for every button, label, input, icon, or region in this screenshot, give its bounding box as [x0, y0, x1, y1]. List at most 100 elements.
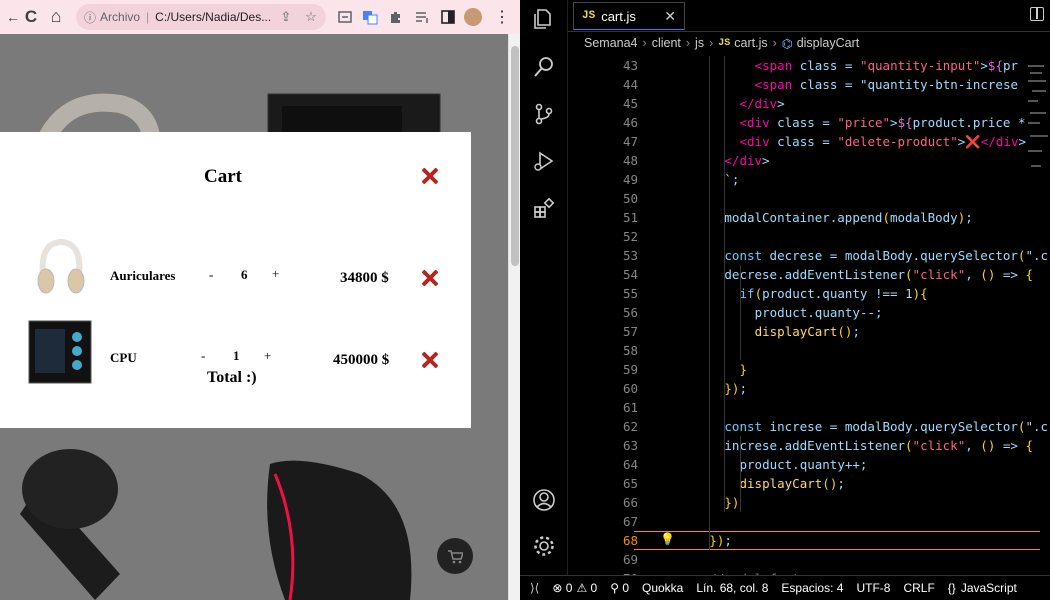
- home-icon[interactable]: ⌂: [45, 5, 67, 27]
- bookmark-star-icon[interactable]: ☆: [301, 7, 321, 27]
- code-line[interactable]: 54 decrese.addEventListener("click", () =…: [568, 265, 1050, 284]
- tab-cart-js[interactable]: JS cart.js ✕: [573, 2, 685, 30]
- code-line[interactable]: 45 </div>: [568, 94, 1050, 113]
- code-text: displayCart();: [754, 324, 860, 339]
- close-cart-icon[interactable]: [421, 167, 439, 185]
- code-line[interactable]: 59}: [568, 360, 1050, 379]
- code-area[interactable]: 43 <span class = "quantity-input">${pr 44 <…: [568, 54, 1050, 575]
- code-line[interactable]: 67: [568, 512, 1050, 531]
- line-number: 50: [622, 191, 638, 206]
- code-line[interactable]: 66}): [568, 493, 1050, 512]
- symbol-method-icon: ⌬: [781, 36, 793, 51]
- screen-reader-icon[interactable]: [335, 7, 355, 27]
- line-number: 68: [622, 533, 638, 548]
- account-icon[interactable]: [530, 486, 558, 514]
- breadcrumb: Semana4 › client › js › JS cart.js › ⌬ displ…: [584, 36, 860, 51]
- code-line[interactable]: 44 <span class = "quantity-btn-increse: [568, 75, 1050, 94]
- code-line[interactable]: 53 const decrese = modalBody.querySelecto…: [568, 246, 1050, 265]
- run-debug-icon[interactable]: [530, 147, 558, 175]
- javascript-file-icon: JS: [718, 37, 731, 49]
- language-mode-icon: {}: [947, 581, 956, 595]
- side-panel-icon[interactable]: [438, 7, 458, 27]
- pc-case-image: [28, 320, 92, 384]
- browser-menu-icon[interactable]: ⋮: [492, 7, 512, 27]
- split-editor-icon[interactable]: [1030, 7, 1044, 21]
- cart-title: Cart: [204, 166, 242, 187]
- extensions-icon[interactable]: [530, 195, 558, 223]
- quantity-increase-button[interactable]: +: [272, 266, 279, 282]
- line-number: 53: [622, 248, 638, 263]
- code-text: product.quanty++;: [739, 457, 868, 472]
- code-line[interactable]: 63 increse.addEventListener("click", () =…: [568, 436, 1050, 455]
- code-line[interactable]: 57 displayCart();: [568, 322, 1050, 341]
- lightbulb-icon[interactable]: 💡: [660, 532, 675, 546]
- page-scrollbar[interactable]: [508, 34, 520, 600]
- search-icon[interactable]: [530, 53, 558, 81]
- settings-gear-icon[interactable]: [530, 532, 558, 560]
- quokka-status[interactable]: Quokka: [642, 581, 683, 595]
- breadcrumb-item[interactable]: displayCart: [797, 36, 860, 50]
- code-line[interactable]: 51 modalContainer.append(modalBody);: [568, 208, 1050, 227]
- delete-product-icon[interactable]: [421, 269, 439, 287]
- code-line[interactable]: 48 </div>: [568, 151, 1050, 170]
- line-number: 52: [622, 229, 638, 244]
- share-icon[interactable]: ⇪: [276, 7, 296, 27]
- line-ending[interactable]: CRLF: [903, 581, 934, 595]
- code-line[interactable]: 55 if(product.quanty !== 1){: [568, 284, 1050, 303]
- close-tab-icon[interactable]: ✕: [664, 8, 676, 25]
- reload-icon[interactable]: C: [20, 6, 42, 28]
- line-number: 61: [622, 400, 638, 415]
- encoding[interactable]: UTF-8: [856, 581, 890, 595]
- breadcrumb-item[interactable]: client: [652, 36, 681, 50]
- line-number: 63: [622, 438, 638, 453]
- errors-count[interactable]: ⊗ 0: [552, 581, 572, 595]
- code-line[interactable]: 52: [568, 227, 1050, 246]
- code-line[interactable]: 43 <span class = "quantity-input">${pr: [568, 56, 1050, 75]
- indent-guide: [709, 56, 711, 550]
- line-number: 55: [622, 286, 638, 301]
- code-line[interactable]: 49 `;: [568, 170, 1050, 189]
- quantity-decrease-button[interactable]: -: [209, 267, 213, 283]
- quantity-decrease-button[interactable]: -: [201, 348, 205, 364]
- code-line[interactable]: 61: [568, 398, 1050, 417]
- breadcrumb-item[interactable]: cart.js: [734, 36, 767, 50]
- breadcrumb-item[interactable]: Semana4: [584, 36, 638, 50]
- explorer-icon[interactable]: [530, 5, 558, 33]
- indentation[interactable]: Espacios: 4: [781, 581, 843, 595]
- language-mode[interactable]: JavaScript: [961, 581, 1017, 595]
- code-line[interactable]: 58: [568, 341, 1050, 360]
- translate-icon[interactable]: [360, 7, 380, 27]
- code-text: increse.addEventListener("click", () => …: [724, 438, 1033, 453]
- code-line[interactable]: 64 product.quanty++;: [568, 455, 1050, 474]
- extensions-icon[interactable]: [386, 7, 406, 27]
- line-number: 46: [622, 115, 638, 130]
- ports-count[interactable]: ⚲ 0: [610, 581, 629, 595]
- code-line[interactable]: 47 <div class = "delete-product">❌</div>: [568, 132, 1050, 151]
- remote-indicator[interactable]: ⟩⟨: [530, 581, 539, 595]
- cart-icon[interactable]: [437, 538, 473, 574]
- profile-avatar[interactable]: [464, 8, 482, 26]
- info-icon[interactable]: ⓘ: [84, 9, 96, 26]
- code-line[interactable]: 50: [568, 189, 1050, 208]
- delete-product-icon[interactable]: [421, 351, 439, 369]
- minimap[interactable]: [1028, 60, 1048, 190]
- warnings-count[interactable]: ⚠ 0: [576, 581, 597, 595]
- source-control-icon[interactable]: [530, 100, 558, 128]
- code-text: <div class = "price">${product.price *: [739, 115, 1026, 130]
- code-text: }): [724, 495, 740, 510]
- code-line[interactable]: 65 displayCart();: [568, 474, 1050, 493]
- browser-toolbar: ← C ⌂ ⓘ Archivo | C:/Users/Nadia/Des... …: [0, 0, 520, 34]
- line-number: 59: [622, 362, 638, 377]
- code-text: decrese.addEventListener("click", () => …: [724, 267, 1033, 282]
- code-line[interactable]: 56 product.quanty--;: [568, 303, 1050, 322]
- code-line[interactable]: 62 const increse = modalBody.querySelecto…: [568, 417, 1050, 436]
- code-line[interactable]: 46 <div class = "price">${product.price *: [568, 113, 1050, 132]
- code-line[interactable]: 69: [568, 550, 1050, 569]
- quantity-increase-button[interactable]: +: [264, 348, 271, 364]
- scrollbar-thumb[interactable]: [511, 46, 519, 266]
- code-text: <span class = "quantity-input">${pr: [754, 58, 1019, 73]
- breadcrumb-item[interactable]: js: [695, 36, 704, 50]
- cursor-position[interactable]: Lín. 68, col. 8: [696, 581, 768, 595]
- reading-list-icon[interactable]: [412, 7, 432, 27]
- code-line[interactable]: 60});: [568, 379, 1050, 398]
